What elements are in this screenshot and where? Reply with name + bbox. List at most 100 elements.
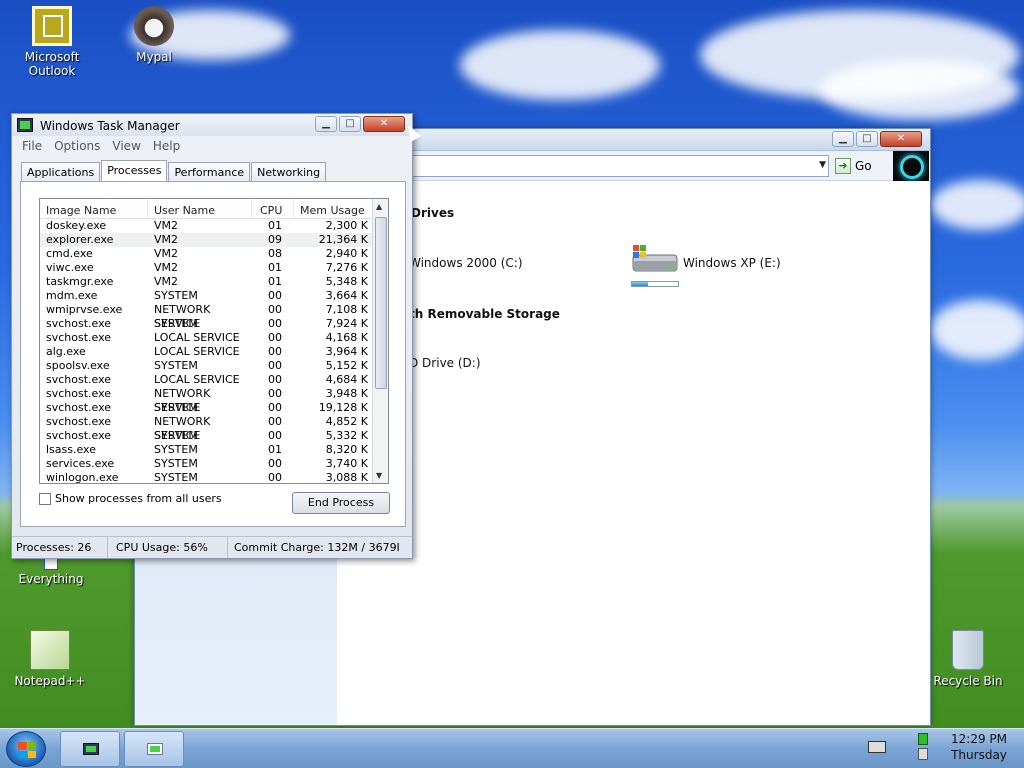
table-row[interactable]: explorer.exe VM2 09 21,364 K xyxy=(40,233,388,247)
desktop-icon-outlook[interactable]: Microsoft Outlook xyxy=(2,6,102,78)
address-input[interactable]: ▼ xyxy=(405,155,829,177)
cell-cpu: 00 xyxy=(268,429,282,442)
minimize-button[interactable]: ▁ xyxy=(832,131,854,147)
menu-help[interactable]: Help xyxy=(147,136,186,156)
column-mem-usage[interactable]: Mem Usage xyxy=(294,199,374,218)
go-label: Go xyxy=(855,159,872,173)
cell-cpu: 01 xyxy=(268,443,282,456)
notepadpp-icon xyxy=(30,630,70,670)
cell-mem-usage: 19,128 K xyxy=(318,401,368,414)
task-manager-window[interactable]: Windows Task Manager ▁ □ ✕ File Options … xyxy=(11,113,413,559)
table-row[interactable]: svchost.exe NETWORK SERVICE 00 4,852 K xyxy=(40,415,388,442)
checkbox-box[interactable] xyxy=(39,492,51,505)
cell-image-name: lsass.exe xyxy=(46,443,96,456)
table-row[interactable]: lsass.exe SYSTEM 01 8,320 K xyxy=(40,443,388,457)
desktop-icon-recycle-bin[interactable]: Recycle Bin xyxy=(918,630,1018,688)
cell-cpu: 00 xyxy=(268,345,282,358)
drive-e[interactable]: Windows XP (E:) xyxy=(683,256,781,270)
cell-cpu: 01 xyxy=(268,219,282,232)
scrollbar-thumb[interactable] xyxy=(375,217,387,389)
column-user-name[interactable]: User Name xyxy=(148,199,252,218)
cell-image-name: cmd.exe xyxy=(46,247,93,260)
cell-user-name: SYSTEM xyxy=(154,317,198,330)
scroll-up-icon[interactable]: ▲ xyxy=(376,202,382,211)
cell-image-name: spoolsv.exe xyxy=(46,359,110,372)
table-row[interactable]: mdm.exe SYSTEM 00 3,664 K xyxy=(40,289,388,303)
desktop-icon-label: Notepad++ xyxy=(14,674,86,688)
window-title: Windows Task Manager xyxy=(40,119,180,133)
maximize-button[interactable]: □ xyxy=(339,116,361,132)
column-cpu[interactable]: CPU xyxy=(252,199,294,218)
cell-mem-usage: 2,300 K xyxy=(325,219,368,232)
cell-image-name: alg.exe xyxy=(46,345,86,358)
chevron-down-icon[interactable]: ▼ xyxy=(819,160,826,170)
hard-drive-icon[interactable] xyxy=(631,245,679,277)
start-button[interactable] xyxy=(6,731,46,767)
cell-cpu: 00 xyxy=(268,401,282,414)
table-row[interactable]: svchost.exe SYSTEM 00 5,332 K xyxy=(40,429,388,443)
cell-cpu: 00 xyxy=(268,415,282,428)
drive-d[interactable]: D Drive (D:) xyxy=(409,356,481,370)
desktop-icon-mypal[interactable]: Mypal xyxy=(104,6,204,64)
menu-file[interactable]: File xyxy=(16,136,48,156)
table-row[interactable]: cmd.exe VM2 08 2,940 K xyxy=(40,247,388,261)
cell-user-name: NETWORK SERVICE xyxy=(154,415,211,442)
desktop-icon-label: Mypal xyxy=(136,50,172,64)
cell-mem-usage: 3,740 K xyxy=(325,457,368,470)
desktop-icon-notepadpp[interactable]: Notepad++ xyxy=(0,630,100,688)
desktop-icon-everything[interactable]: Everything xyxy=(1,556,101,586)
cell-cpu: 00 xyxy=(268,457,282,470)
minimize-button[interactable]: ▁ xyxy=(315,116,337,132)
network-icon[interactable] xyxy=(918,733,930,763)
taskbar-button-explorer[interactable] xyxy=(124,731,184,767)
table-row[interactable]: services.exe SYSTEM 00 3,740 K xyxy=(40,457,388,471)
processes-panel: Image Name User Name CPU Mem Usage doske… xyxy=(20,181,406,527)
table-row[interactable]: wmiprvse.exe NETWORK SERVICE 00 7,108 K xyxy=(40,303,388,330)
table-row[interactable]: svchost.exe LOCAL SERVICE 00 4,168 K xyxy=(40,331,388,345)
cell-image-name: viwc.exe xyxy=(46,261,94,274)
scroll-down-icon[interactable]: ▼ xyxy=(376,471,382,480)
close-button[interactable]: ✕ xyxy=(363,116,405,132)
table-row[interactable]: viwc.exe VM2 01 7,276 K xyxy=(40,261,388,275)
taskbar-button-task-manager[interactable] xyxy=(60,731,120,767)
table-row[interactable]: svchost.exe SYSTEM 00 7,924 K xyxy=(40,317,388,331)
brand-ring-icon xyxy=(893,151,929,181)
menu-view[interactable]: View xyxy=(106,136,146,156)
cell-mem-usage: 3,088 K xyxy=(325,471,368,484)
section-header-drives: Drives xyxy=(411,206,455,220)
show-all-users-checkbox[interactable]: Show processes from all users xyxy=(39,492,222,505)
process-list[interactable]: Image Name User Name CPU Mem Usage doske… xyxy=(39,198,389,484)
cell-image-name: svchost.exe xyxy=(46,373,112,386)
cell-image-name: taskmgr.exe xyxy=(46,275,114,288)
drive-c[interactable]: Windows 2000 (C:) xyxy=(409,256,523,270)
cell-user-name: VM2 xyxy=(154,275,179,288)
cell-mem-usage: 7,924 K xyxy=(325,317,368,330)
table-row[interactable]: doskey.exe VM2 01 2,300 K xyxy=(40,219,388,233)
table-row[interactable]: svchost.exe NETWORK SERVICE 00 3,948 K xyxy=(40,387,388,414)
table-row[interactable]: spoolsv.exe SYSTEM 00 5,152 K xyxy=(40,359,388,373)
table-row[interactable]: alg.exe LOCAL SERVICE 00 3,964 K xyxy=(40,345,388,359)
close-button[interactable]: ✕ xyxy=(880,131,922,147)
cell-image-name: explorer.exe xyxy=(46,233,114,246)
taskbar-clock[interactable]: 12:29 PM Thursday xyxy=(938,731,1020,763)
cell-image-name: svchost.exe xyxy=(46,415,112,428)
end-process-button[interactable]: End Process xyxy=(292,492,390,514)
menu-options[interactable]: Options xyxy=(48,136,106,156)
table-row[interactable]: svchost.exe LOCAL SERVICE 00 4,684 K xyxy=(40,373,388,387)
table-row[interactable]: winlogon.exe SYSTEM 00 3,088 K xyxy=(40,471,388,484)
task-manager-titlebar[interactable]: Windows Task Manager ▁ □ ✕ xyxy=(12,114,412,136)
table-row[interactable]: taskmgr.exe VM2 01 5,348 K xyxy=(40,275,388,289)
table-row[interactable]: svchost.exe SYSTEM 00 19,128 K xyxy=(40,401,388,415)
maximize-button[interactable]: □ xyxy=(856,131,878,147)
go-button[interactable]: ➜ Go xyxy=(833,155,887,177)
drive-e-usage-bar xyxy=(631,281,679,287)
vertical-scrollbar[interactable]: ▲ ▼ xyxy=(372,199,388,483)
column-image-name[interactable]: Image Name xyxy=(40,199,148,218)
cell-mem-usage: 4,852 K xyxy=(325,415,368,428)
cell-mem-usage: 2,940 K xyxy=(325,247,368,260)
raccoon-icon xyxy=(134,6,174,46)
keyboard-icon[interactable] xyxy=(868,741,886,753)
tab-processes[interactable]: Processes xyxy=(101,160,168,182)
cell-user-name: SYSTEM xyxy=(154,401,198,414)
cell-user-name: LOCAL SERVICE xyxy=(154,345,240,358)
